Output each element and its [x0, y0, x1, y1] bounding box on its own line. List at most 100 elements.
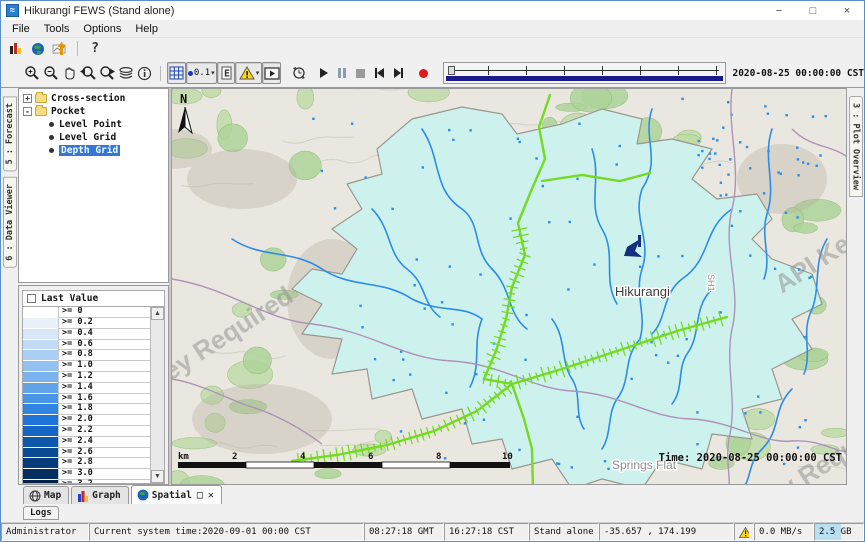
- close-button[interactable]: ×: [830, 1, 864, 20]
- expand-icon[interactable]: +: [23, 94, 32, 103]
- last-value-toggle[interactable]: Last Value: [22, 290, 165, 307]
- help-button[interactable]: ?: [84, 39, 106, 58]
- scroll-up-icon[interactable]: ▲: [151, 307, 164, 320]
- tree-item-depth-grid[interactable]: Depth Grid: [47, 144, 168, 157]
- record-button[interactable]: [414, 62, 433, 84]
- status-download-speed: 0.0 MB/s: [754, 523, 814, 541]
- tab-map[interactable]: Map: [23, 486, 69, 504]
- tree-item-level-point[interactable]: Level Point: [47, 118, 168, 131]
- svg-text:2: 2: [232, 452, 237, 462]
- close-panel-icon[interactable]: ✕: [208, 490, 214, 501]
- folder-icon: [35, 94, 47, 103]
- legend-row[interactable]: >= 3.2: [23, 480, 150, 483]
- maximize-button[interactable]: □: [796, 1, 830, 20]
- town-label: Hikurangi: [615, 284, 670, 299]
- maximize-panel-icon[interactable]: □: [197, 490, 203, 501]
- map-canvas[interactable]: API Key Required API Key Required API Ke…: [172, 89, 847, 485]
- left-tab-strip: 5 : Forecast 6 : Data Viewer: [1, 88, 18, 485]
- contour-interval-dropdown[interactable]: 0.1 ▾: [186, 62, 217, 84]
- interval-value: 0.1: [194, 68, 210, 78]
- tab-spatial[interactable]: Spatial □ ✕: [131, 485, 222, 504]
- stop-button[interactable]: [352, 62, 371, 84]
- labels-button[interactable]: E: [217, 62, 236, 84]
- zoom-in-icon[interactable]: [23, 62, 42, 84]
- menu-options[interactable]: Options: [76, 21, 128, 37]
- pan-hand-icon[interactable]: [60, 62, 79, 84]
- menu-file[interactable]: File: [5, 21, 37, 37]
- tab-graph[interactable]: Graph: [71, 486, 129, 504]
- legend-color-scale: >= 0>= 0.2>= 0.4>= 0.6>= 0.8>= 1.0>= 1.2…: [23, 307, 150, 483]
- window-title: Hikurangi FEWS (Stand alone): [24, 5, 174, 17]
- grid-display-button[interactable]: [167, 62, 186, 84]
- legend-swatch: [23, 404, 58, 415]
- bar-chart-icon: [77, 490, 89, 502]
- legend-swatch: [23, 394, 58, 405]
- animation-settings-icon[interactable]: [289, 62, 308, 84]
- scroll-down-icon[interactable]: ▼: [151, 470, 164, 483]
- tab-plot-overview[interactable]: 3 : Plot Overview: [849, 96, 863, 197]
- tab-forecast[interactable]: 5 : Forecast: [3, 96, 17, 171]
- play-button[interactable]: [314, 62, 333, 84]
- app-logo-icon: ≈: [6, 4, 19, 17]
- status-warning-icon[interactable]: [734, 523, 754, 541]
- chevron-down-icon: ▾: [211, 69, 215, 77]
- current-time-label: 2020-08-25 00:00:00 CST: [732, 68, 864, 79]
- document-tabs: Map Graph Spatial □ ✕: [1, 485, 864, 504]
- status-mode: Stand alone: [529, 523, 599, 541]
- map-view[interactable]: API Key Required API Key Required API Ke…: [171, 88, 847, 485]
- skip-to-end-button[interactable]: [389, 62, 408, 84]
- legend-swatch: [23, 307, 58, 318]
- globe-icon[interactable]: [27, 39, 49, 58]
- time-tick: [488, 66, 489, 75]
- time-tick: [678, 66, 679, 75]
- tab-logs[interactable]: Logs: [23, 506, 59, 520]
- time-tick: [640, 66, 641, 75]
- menu-tools[interactable]: Tools: [37, 21, 77, 37]
- legend-swatch: [23, 350, 58, 361]
- checkbox-icon[interactable]: [27, 294, 36, 303]
- wire-globe-icon: [29, 490, 41, 502]
- animation-player-button[interactable]: [262, 62, 281, 84]
- zoom-previous-icon[interactable]: [79, 62, 98, 84]
- skip-to-start-button[interactable]: [370, 62, 389, 84]
- bullet-icon: [49, 148, 54, 153]
- spatial-display-icon[interactable]: [49, 39, 71, 58]
- app-window: ≈ Hikurangi FEWS (Stand alone) − □ × Fil…: [0, 0, 865, 542]
- legend-swatch: [23, 372, 58, 383]
- menu-help[interactable]: Help: [128, 21, 165, 37]
- time-tick: [716, 66, 717, 75]
- minimize-button[interactable]: −: [762, 1, 796, 20]
- status-bar: Administrator Current system time:2020-0…: [1, 523, 864, 541]
- legend-panel: Last Value >= 0>= 0.2>= 0.4>= 0.6>= 0.8>…: [18, 285, 169, 485]
- svg-text:8: 8: [436, 452, 441, 462]
- info-icon[interactable]: [135, 62, 154, 84]
- tree-item-cross-section[interactable]: + Cross-section: [23, 92, 168, 105]
- database-chart-icon[interactable]: [5, 39, 27, 58]
- zoom-out-icon[interactable]: [42, 62, 61, 84]
- status-memory: 2.5 GB: [814, 523, 864, 541]
- bullet-icon: [49, 122, 54, 127]
- legend-swatch: [23, 383, 58, 394]
- layers-icon[interactable]: [117, 62, 136, 84]
- time-slider-handle[interactable]: [448, 66, 455, 75]
- globe-icon: [137, 489, 149, 501]
- title-bar: ≈ Hikurangi FEWS (Stand alone) − □ ×: [1, 1, 864, 20]
- pause-button[interactable]: [333, 62, 352, 84]
- legend-label: >= 3.2: [58, 480, 150, 483]
- svg-text:6: 6: [368, 452, 373, 462]
- time-tick: [602, 66, 603, 75]
- tree-item-level-grid[interactable]: Level Grid: [47, 131, 168, 144]
- tree-item-pocket[interactable]: - Pocket: [23, 105, 168, 118]
- legend-scrollbar[interactable]: ▲ ▼: [150, 307, 164, 483]
- status-gmt-time: 08:27:18 GMT: [364, 523, 444, 541]
- time-slider[interactable]: [443, 62, 727, 84]
- collapse-icon[interactable]: -: [23, 107, 32, 116]
- zoom-next-icon[interactable]: [98, 62, 117, 84]
- tab-data-viewer[interactable]: 6 : Data Viewer: [3, 177, 17, 268]
- status-coordinates: -35.657 , 174.199: [599, 523, 734, 541]
- status-user: Administrator: [1, 523, 89, 541]
- warnings-dropdown[interactable]: ▾: [235, 62, 262, 84]
- chevron-down-icon: ▾: [256, 69, 260, 77]
- legend-swatch: [23, 329, 58, 340]
- road-label: SH1: [706, 274, 716, 292]
